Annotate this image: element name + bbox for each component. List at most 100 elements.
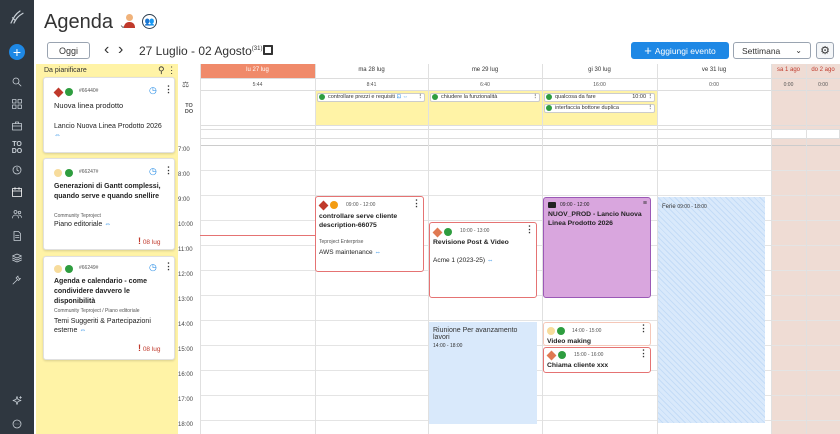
todo-chip[interactable]: chiudere la funzionalità ⋮ — [430, 93, 540, 102]
event-revisione[interactable]: 10:00 - 13:00 ⋮ Revisione Post & Video A… — [429, 222, 537, 298]
event-riunione[interactable]: Riunione Per avanzamento lavori 14:00 - … — [429, 322, 537, 424]
event-title: NUOV_PROD - Lancio Nuova Linea Prodotto … — [548, 211, 642, 227]
priority-diamond-icon — [432, 227, 443, 238]
prev-week-button[interactable]: ‹ — [104, 41, 109, 59]
status-dot-icon — [546, 94, 552, 100]
card-project: Lancio Nuova Linea Prodotto 2026 — [54, 123, 162, 130]
todo-menu-icon[interactable]: ⋮ — [648, 94, 654, 101]
date-range: 27 Luglio - 02 Agosto(31) — [139, 44, 263, 58]
todo-chip[interactable]: qualcosa da fare 10:00 ⋮ — [544, 93, 655, 102]
day-header-mon[interactable]: lu 27 lug — [200, 67, 315, 73]
search-icon[interactable] — [0, 74, 34, 90]
card-org: Community Teproject / Piano editoriale — [54, 308, 140, 314]
dashboard-icon[interactable] — [0, 96, 34, 112]
clock-icon[interactable]: ◷ — [149, 262, 157, 273]
day-header-sun[interactable]: do 2 ago — [806, 67, 840, 73]
hour-label: 15:00 — [178, 347, 194, 353]
hours-icon: ⚖ — [182, 80, 190, 89]
unscheduled-card[interactable]: #66440# ◷ ⋮ Nuova linea prodotto Lancio … — [43, 77, 175, 153]
calendar-icon[interactable] — [0, 184, 34, 200]
chevron-down-icon: ⌄ — [795, 46, 802, 55]
todo-icon[interactable]: TO DO — [0, 140, 34, 156]
unscheduled-search-icon[interactable]: ⚲ ⋮ — [158, 65, 176, 76]
today-button[interactable]: Oggi — [47, 42, 90, 59]
event-nuov-prod[interactable]: 09:00 - 12:00 ≡ NUOV_PROD - Lancio Nuova… — [543, 197, 651, 298]
event-menu-icon[interactable]: ⋮ — [412, 198, 421, 209]
status-dot-icon — [432, 94, 438, 100]
tools-icon[interactable] — [0, 272, 34, 288]
day-hours: 6:40 — [480, 82, 490, 88]
logo-icon[interactable] — [0, 6, 34, 28]
briefcase-icon[interactable] — [0, 118, 34, 134]
users-icon[interactable] — [0, 206, 34, 222]
hour-label: 14:00 — [178, 322, 194, 328]
day-header-thu[interactable]: gi 30 lug — [542, 67, 657, 73]
stack-icon[interactable] — [0, 250, 34, 266]
document-icon[interactable] — [0, 228, 34, 244]
status-dot-icon — [557, 327, 565, 335]
hour-label: 18:00 — [178, 422, 194, 428]
unscheduled-card[interactable]: #66249# ◷ ⋮ Agenda e calendario - come c… — [43, 256, 175, 360]
todo-chip[interactable]: interfaccia bottone duplica ⋮ — [544, 104, 655, 113]
unscheduled-title: Da pianificare — [44, 67, 87, 74]
event-menu-icon[interactable]: ⋮ — [525, 224, 534, 235]
fullscreen-icon[interactable] — [263, 45, 273, 55]
link-icon[interactable]: ⇔ — [104, 221, 111, 228]
event-menu-icon[interactable]: ≡ — [643, 200, 647, 207]
day-header-tue[interactable]: ma 28 lug — [315, 67, 428, 73]
next-week-button[interactable]: › — [118, 41, 123, 59]
link-icon[interactable]: ⇔ — [79, 327, 86, 334]
event-menu-icon[interactable]: ⋮ — [639, 323, 648, 334]
settings-button[interactable]: ⚙ — [816, 42, 834, 59]
todo-label: TO DO — [184, 103, 194, 115]
event-menu-icon[interactable]: ⋮ — [639, 348, 648, 359]
clock-icon[interactable]: ◷ — [149, 166, 157, 177]
todo-menu-icon[interactable]: ⋮ — [418, 94, 424, 101]
allday-row[interactable] — [200, 129, 840, 139]
hour-label: 13:00 — [178, 297, 194, 303]
plus-icon: + — [644, 43, 652, 58]
priority-diamond-icon — [318, 200, 329, 211]
priority-diamond-icon — [546, 350, 557, 361]
view-select[interactable]: Settimana ⌄ — [733, 42, 811, 59]
hour-label: 9:00 — [178, 197, 190, 203]
todo-menu-icon[interactable]: ⋮ — [533, 94, 539, 101]
event-controllare-server[interactable]: 09:00 - 12:00 ⋮ controllare serve client… — [315, 196, 424, 272]
event-title: Video making — [547, 338, 592, 345]
event-chiama-cliente[interactable]: 15:00 - 16:00 ⋮ Chiama cliente xxx — [543, 347, 651, 373]
event-video-making[interactable]: 14:00 - 15:00 ⋮ Video making — [543, 322, 651, 346]
user-avatar-icon[interactable] — [124, 14, 136, 30]
day-header-sat[interactable]: sa 1 ago — [771, 67, 806, 73]
event-ferie[interactable]: Ferie 09:00 - 18:00 — [658, 197, 765, 423]
card-menu-icon[interactable]: ⋮ — [164, 165, 173, 176]
todo-menu-icon[interactable]: ⋮ — [648, 105, 654, 112]
share-people-icon[interactable]: 👥 — [142, 14, 157, 29]
card-menu-icon[interactable]: ⋮ — [164, 261, 173, 272]
card-title: Generazioni di Gantt complessi, quando s… — [54, 183, 161, 200]
add-event-button[interactable]: + Aggiungi evento — [631, 42, 729, 59]
day-hours: 5:44 — [252, 82, 263, 88]
link-icon[interactable]: ⇔ — [374, 249, 381, 256]
briefcase-icon — [548, 202, 556, 208]
card-title: Agenda e calendario - come condividere d… — [54, 278, 147, 305]
todo-chip[interactable]: controllare prezzi e requisiti ⊡ ⇔ ⋮ — [317, 93, 425, 102]
priority-dot-icon — [547, 327, 555, 335]
hour-label: 17:00 — [178, 397, 194, 403]
unscheduled-card[interactable]: #66247# ◷ ⋮ Generazioni di Gantt comples… — [43, 158, 175, 250]
status-dot-icon — [330, 201, 338, 209]
day-header-wed[interactable]: me 29 lug — [428, 67, 542, 73]
link-icon[interactable]: ⇔ — [487, 257, 494, 264]
sparkle-icon[interactable] — [0, 393, 34, 409]
link-icon[interactable]: ⇔ — [54, 132, 61, 139]
status-dot-icon — [558, 351, 566, 359]
card-menu-icon[interactable]: ⋮ — [164, 84, 173, 95]
status-dot-icon — [65, 169, 73, 177]
status-dot-icon — [65, 88, 73, 96]
clock-icon[interactable] — [0, 162, 34, 178]
chat-icon[interactable] — [0, 416, 34, 432]
task-id: #66249# — [79, 265, 99, 271]
task-id: #66440# — [79, 88, 99, 94]
add-icon[interactable]: + — [9, 44, 25, 60]
clock-icon[interactable]: ◷ — [149, 85, 157, 96]
day-header-fri[interactable]: ve 31 lug — [657, 67, 771, 73]
